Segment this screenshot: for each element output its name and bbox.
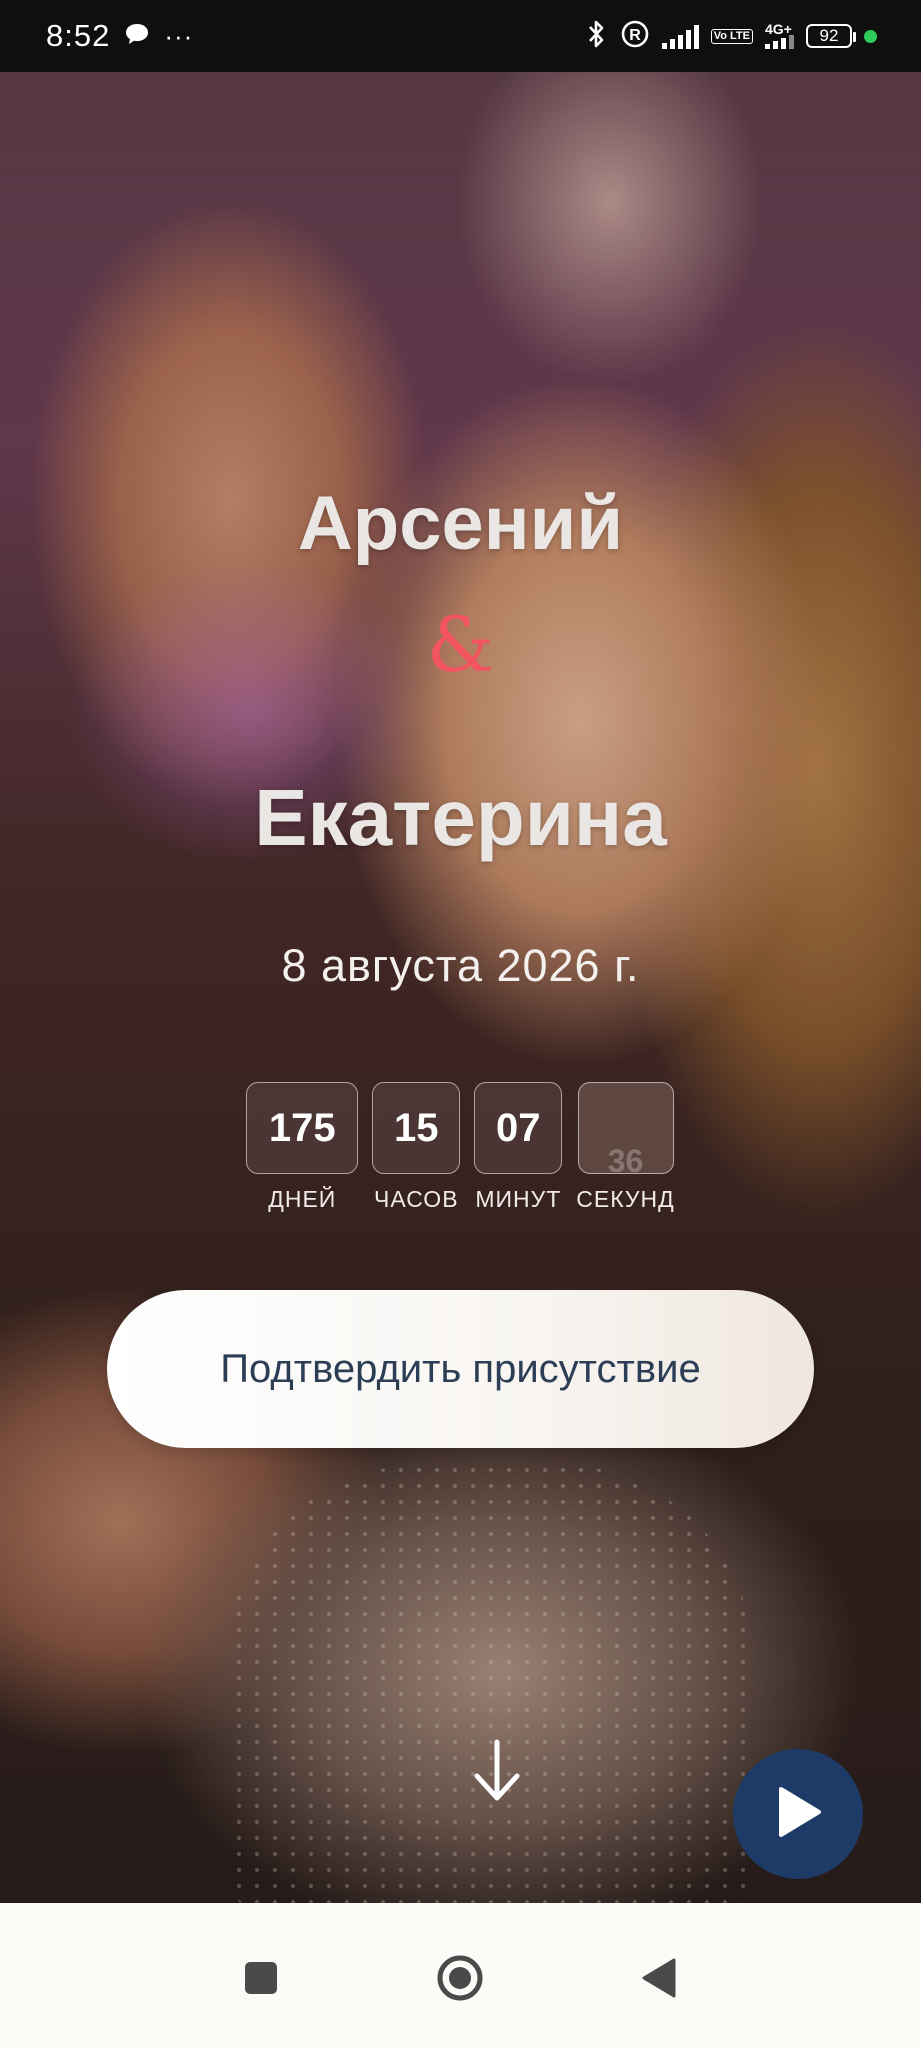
status-time: 8:52 — [46, 18, 111, 53]
wedding-date: 8 августа 2026 г. — [281, 940, 640, 991]
groom-name: Арсений — [297, 481, 624, 566]
countdown-label: ЧАСОВ — [374, 1186, 459, 1212]
countdown-value: 15 — [372, 1082, 461, 1174]
countdown-seconds: 36 СЕКУНД — [576, 1082, 674, 1213]
network-type: 4G+ — [765, 21, 792, 37]
confirm-attendance-button[interactable]: Подтвердить присутствие — [107, 1290, 814, 1448]
system-navigation-bar — [0, 1903, 921, 2048]
bride-name: Екатерина — [254, 773, 667, 862]
countdown-label: СЕКУНД — [576, 1186, 675, 1212]
back-button[interactable] — [628, 1948, 688, 2008]
countdown-days: 175 ДНЕЙ — [246, 1082, 359, 1213]
play-icon — [773, 1785, 823, 1844]
registered-icon: R — [620, 19, 650, 54]
countdown-minutes: 07 МИНУТ — [474, 1082, 563, 1213]
svg-text:R: R — [629, 27, 641, 44]
chat-bubble-icon — [124, 22, 150, 51]
privacy-indicator-dot — [864, 29, 877, 43]
battery-icon: 92 — [806, 24, 856, 48]
signal-4g: 4G+ — [765, 21, 794, 49]
countdown-value: 36 — [577, 1082, 674, 1174]
music-play-button[interactable] — [733, 1749, 863, 1879]
bluetooth-icon — [586, 19, 608, 54]
countdown-value: 175 — [246, 1082, 359, 1174]
countdown-timer: 175 ДНЕЙ 15 ЧАСОВ 07 МИНУТ 36 СЕКУНД — [0, 1082, 921, 1213]
more-notifications-icon: ··· — [164, 20, 194, 51]
recent-apps-button[interactable] — [231, 1948, 291, 2008]
signal-icon — [661, 23, 699, 49]
home-button[interactable] — [430, 1948, 490, 2008]
scroll-down-arrow-icon[interactable] — [467, 1736, 527, 1806]
volte-badge: Vo LTE — [710, 28, 753, 44]
countdown-label: ДНЕЙ — [268, 1186, 337, 1212]
countdown-value: 07 — [474, 1082, 563, 1174]
countdown-label: МИНУТ — [475, 1186, 562, 1212]
countdown-hours: 15 ЧАСОВ — [372, 1082, 461, 1213]
signal-icon-2 — [765, 35, 794, 49]
ampersand: & — [426, 600, 495, 689]
status-bar: 8:52 ··· R Vo LTE 4G+ 92 — [0, 0, 921, 72]
